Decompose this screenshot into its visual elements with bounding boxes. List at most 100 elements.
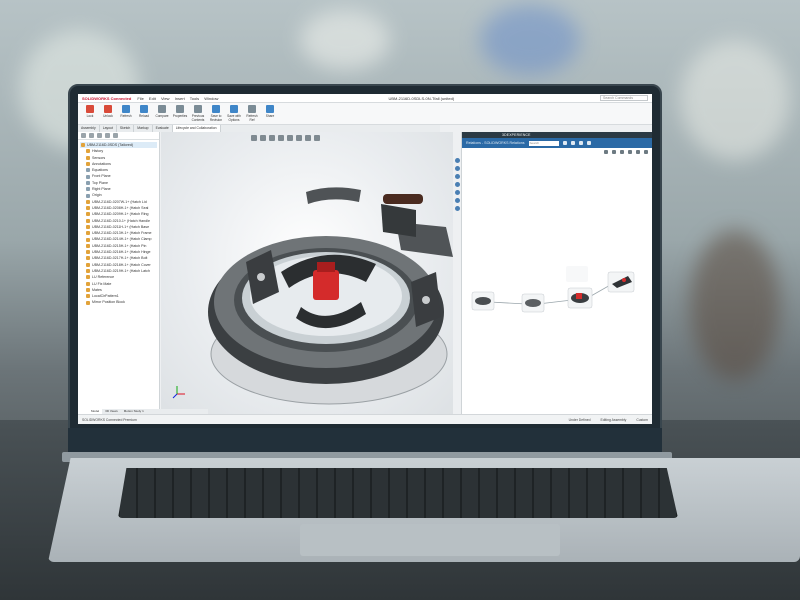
part-icon bbox=[86, 199, 90, 204]
hide-show-icon[interactable] bbox=[305, 135, 311, 141]
tree-item-label: Mirror Position Block bbox=[92, 300, 125, 305]
file-explorer-icon[interactable] bbox=[454, 174, 460, 179]
share-button[interactable]: Share bbox=[262, 105, 278, 122]
laptop-screen: SOLIDWORKS Connected File Edit View Inse… bbox=[78, 94, 652, 424]
reload-icon bbox=[140, 105, 148, 113]
hatch-assembly-model bbox=[172, 187, 453, 405]
status-bar: SOLIDWORKS Connected Premium Under Defin… bbox=[78, 414, 652, 424]
relations-graph[interactable] bbox=[462, 172, 652, 372]
view-orientation-icon[interactable] bbox=[287, 135, 293, 141]
title-bar: SOLIDWORKS Connected File Edit View Inse… bbox=[78, 94, 652, 103]
menu-edit[interactable]: Edit bbox=[149, 96, 156, 101]
tree-toolbar bbox=[78, 132, 159, 140]
custom-properties-icon[interactable] bbox=[454, 198, 460, 203]
previous-view-icon[interactable] bbox=[269, 135, 275, 141]
previous-contents-button[interactable]: Previous Contents bbox=[190, 105, 206, 122]
tab-lifecycle[interactable]: Lifecycle and Collaboration bbox=[172, 125, 221, 132]
favorite-icon[interactable] bbox=[636, 150, 640, 154]
zoom-area-icon[interactable] bbox=[260, 135, 266, 141]
view-palette-icon[interactable] bbox=[454, 182, 460, 187]
laptop-trackpad bbox=[300, 524, 560, 556]
share-icon bbox=[266, 105, 274, 113]
link-icon[interactable] bbox=[628, 150, 632, 154]
appearance-icon[interactable] bbox=[314, 135, 320, 141]
menu-tools[interactable]: Tools bbox=[190, 96, 199, 101]
display-style-icon[interactable] bbox=[296, 135, 302, 141]
forum-icon[interactable] bbox=[454, 206, 460, 211]
share-network-icon[interactable] bbox=[620, 150, 624, 154]
tab-layout[interactable]: Layout bbox=[100, 125, 117, 132]
background-bokeh-3 bbox=[480, 5, 580, 75]
refresh-icon bbox=[122, 105, 130, 113]
status-mode: Editing Assembly bbox=[600, 417, 627, 422]
dimxpert-icon[interactable] bbox=[105, 133, 110, 138]
command-search-input[interactable]: Search Commands bbox=[600, 95, 648, 101]
property-manager-icon[interactable] bbox=[89, 133, 94, 138]
menu-window[interactable]: Window bbox=[204, 96, 218, 101]
zoom-fit-icon[interactable] bbox=[251, 135, 257, 141]
task-pane-strip bbox=[453, 154, 461, 414]
home-icon[interactable] bbox=[604, 150, 608, 154]
panel-subtoolbar bbox=[462, 148, 652, 156]
menu-view[interactable]: View bbox=[161, 96, 170, 101]
save-to-revision-button[interactable]: Save to Revision bbox=[208, 105, 224, 122]
refresh-ref-icon bbox=[248, 105, 256, 113]
info-icon[interactable] bbox=[644, 150, 648, 154]
part-icon bbox=[86, 281, 90, 286]
tab-markup[interactable]: Markup bbox=[134, 125, 153, 132]
back-icon[interactable] bbox=[612, 150, 616, 154]
command-ribbon: Lock Unlock Refresh Reload Compare Prope… bbox=[78, 103, 652, 125]
part-icon bbox=[86, 237, 90, 242]
reload-button[interactable]: Reload bbox=[136, 105, 152, 122]
part-icon bbox=[86, 256, 90, 261]
laptop-keyboard bbox=[118, 468, 678, 518]
background-bokeh-2 bbox=[300, 10, 390, 70]
history-icon bbox=[194, 105, 202, 113]
panel-tab-relations[interactable]: Relations - SOLIDWORKS Relations bbox=[466, 141, 525, 145]
part-icon bbox=[86, 243, 90, 248]
refresh-reference-button[interactable]: Refresh Ref bbox=[244, 105, 260, 122]
display-manager-icon[interactable] bbox=[113, 133, 118, 138]
status-product: SOLIDWORKS Connected Premium bbox=[82, 417, 137, 422]
design-library-icon[interactable] bbox=[454, 166, 460, 171]
compare-button[interactable]: Compare bbox=[154, 105, 170, 122]
status-units[interactable]: Custom bbox=[636, 418, 648, 422]
lock-button[interactable]: Lock bbox=[82, 105, 98, 122]
tab-evaluate[interactable]: Evaluate bbox=[153, 125, 173, 132]
tab-assembly[interactable]: Assembly bbox=[78, 125, 100, 132]
properties-button[interactable]: Properties bbox=[172, 105, 188, 122]
menu-file[interactable]: File bbox=[137, 96, 143, 101]
status-definition: Under Defined bbox=[568, 417, 591, 422]
close-icon[interactable] bbox=[586, 141, 591, 145]
unlock-icon bbox=[104, 105, 112, 113]
graphics-viewport[interactable] bbox=[161, 132, 453, 414]
section-view-icon[interactable] bbox=[278, 135, 284, 141]
feature-icon bbox=[81, 143, 85, 148]
tree-item[interactable]: Mirror Position Block bbox=[80, 299, 157, 305]
expand-icon[interactable] bbox=[570, 141, 575, 145]
compass-icon[interactable] bbox=[454, 158, 460, 163]
save-with-options-button[interactable]: Save with Options bbox=[226, 105, 242, 122]
feature-tree-icon[interactable] bbox=[81, 133, 86, 138]
feature-icon bbox=[86, 162, 90, 167]
refresh-button[interactable]: Refresh bbox=[118, 105, 134, 122]
document-title: UBM-2116D-0SDLS-0N-Tfall (united) bbox=[388, 95, 455, 101]
panel-search-input[interactable]: Search bbox=[528, 140, 559, 146]
menu-bar: File Edit View Insert Tools Window bbox=[137, 96, 222, 101]
part-icon bbox=[86, 275, 90, 280]
feature-manager-tree: UBM-2116D-0SDS (Tailored) History Sensors A… bbox=[78, 132, 160, 414]
unlock-button[interactable]: Unlock bbox=[100, 105, 116, 122]
configuration-icon[interactable] bbox=[97, 133, 102, 138]
properties-icon bbox=[176, 105, 184, 113]
appearances-icon[interactable] bbox=[454, 190, 460, 195]
part-icon bbox=[86, 262, 90, 267]
menu-insert[interactable]: Insert bbox=[175, 96, 185, 101]
filter-icon[interactable] bbox=[562, 141, 567, 145]
app-brand: SOLIDWORKS Connected bbox=[82, 95, 132, 101]
part-icon bbox=[86, 218, 90, 223]
lock-icon bbox=[86, 105, 94, 113]
feature-icon bbox=[86, 174, 90, 179]
feature-icon bbox=[86, 180, 90, 185]
settings-icon[interactable] bbox=[578, 141, 583, 145]
tab-sketch[interactable]: Sketch bbox=[117, 125, 135, 132]
